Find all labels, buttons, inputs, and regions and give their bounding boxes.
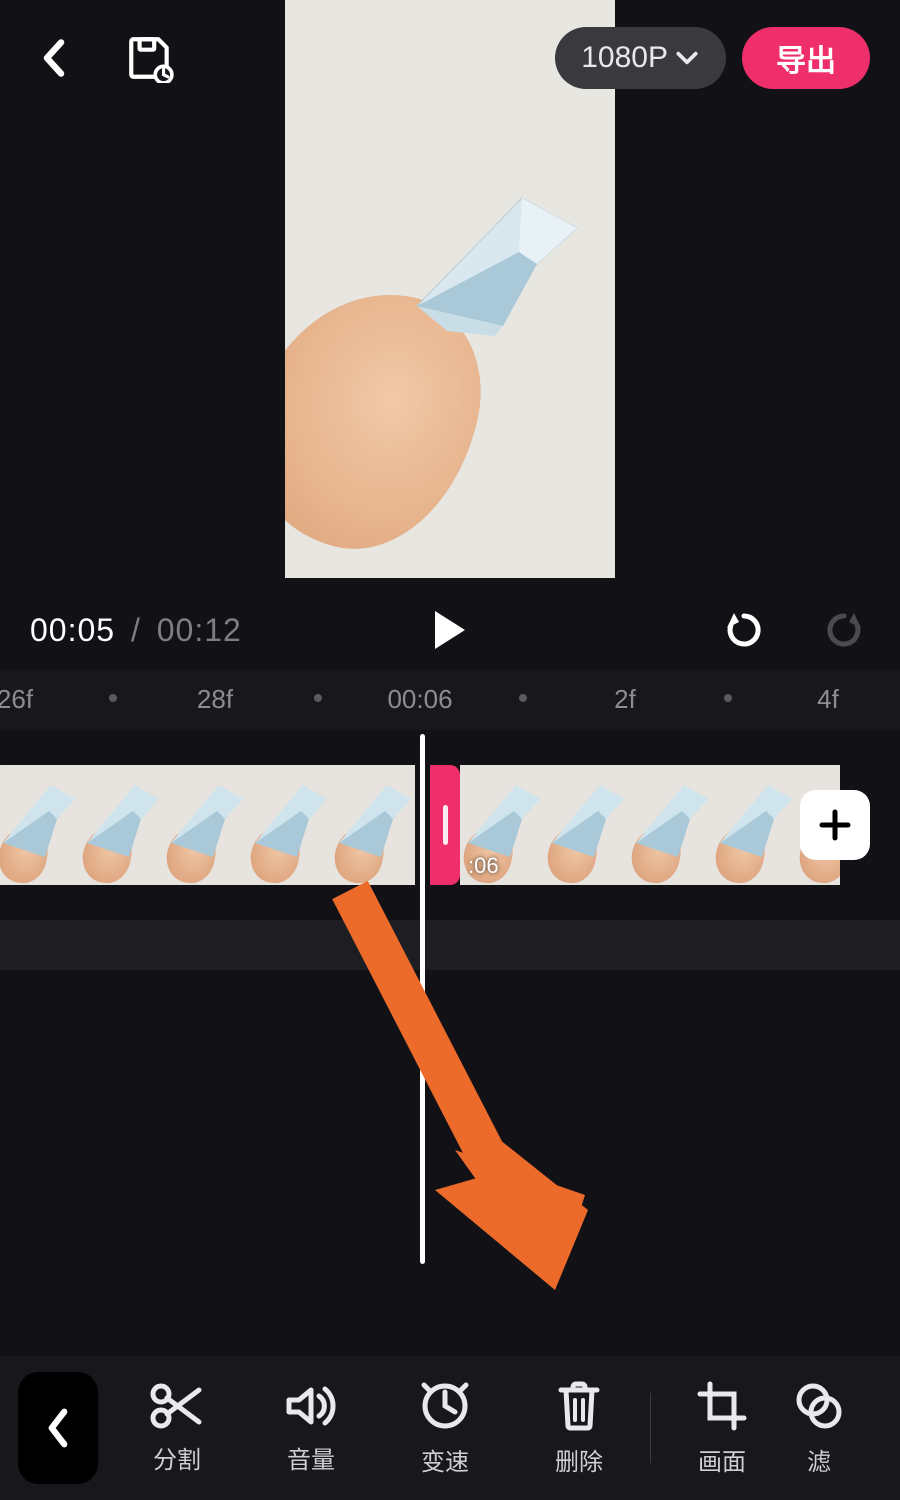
chevron-down-icon (674, 48, 700, 68)
filter-icon (793, 1380, 845, 1432)
tool-volume[interactable]: 音量 (244, 1356, 378, 1500)
timeline-ruler[interactable]: 26f 28f 00:06 2f 4f (0, 670, 900, 730)
tool-label: 画面 (698, 1442, 746, 1477)
ruler-tick: 28f (197, 684, 233, 715)
export-button[interactable]: 导出 (742, 27, 870, 89)
undo-icon (720, 606, 768, 654)
clip-trim-handle[interactable] (430, 765, 460, 885)
tool-label: 滤 (807, 1442, 831, 1477)
save-draft-icon (125, 33, 175, 83)
ruler-dot (724, 694, 732, 702)
back-button[interactable] (24, 28, 84, 88)
export-label: 导出 (776, 36, 836, 80)
clip-thumbnail (628, 765, 712, 885)
toolbar-divider (650, 1393, 651, 1463)
clip-thumbnail (712, 765, 796, 885)
tool-delete[interactable]: 删除 (512, 1356, 646, 1500)
clip-duration-label: :06 (468, 853, 499, 879)
trash-icon (555, 1380, 603, 1432)
play-button[interactable] (422, 602, 478, 658)
toolbar-back-button[interactable] (18, 1372, 98, 1484)
ruler-dot (519, 694, 527, 702)
tool-label: 变速 (421, 1442, 469, 1477)
timeline-clip[interactable] (0, 765, 415, 885)
chevron-left-icon (43, 1406, 73, 1450)
current-time: 00:05 (30, 612, 115, 648)
speed-icon (419, 1380, 471, 1432)
redo-icon (820, 606, 868, 654)
ruler-dot (314, 694, 322, 702)
playhead[interactable] (420, 734, 425, 1264)
total-time: 00:12 (157, 612, 242, 648)
undo-button[interactable] (716, 602, 772, 658)
clip-thumbnail (247, 765, 331, 885)
timeline-clip[interactable]: :06 (460, 765, 840, 885)
secondary-track[interactable] (0, 920, 900, 970)
tool-canvas[interactable]: 画面 (655, 1356, 789, 1500)
time-separator: / (131, 612, 141, 648)
resolution-selector[interactable]: 1080P (555, 27, 726, 89)
ruler-dot (109, 694, 117, 702)
bottom-toolbar: 分割 音量 变速 删除 画面 (0, 1356, 900, 1500)
ruler-tick: 2f (614, 684, 636, 715)
tool-label: 音量 (287, 1440, 335, 1475)
cut-icon (149, 1382, 205, 1430)
clip-thumbnail (544, 765, 628, 885)
timeline-track[interactable]: :06 (0, 765, 900, 885)
tool-split[interactable]: 分割 (110, 1356, 244, 1500)
redo-button[interactable] (816, 602, 872, 658)
timecode: 00:05 / 00:12 (30, 612, 242, 649)
ruler-tick: 00:06 (387, 684, 452, 715)
ruler-tick: 4f (817, 684, 839, 715)
play-icon (430, 608, 470, 652)
resolution-label: 1080P (581, 41, 668, 75)
clip-thumbnail (163, 765, 247, 885)
tool-label: 删除 (555, 1442, 603, 1477)
volume-icon (283, 1382, 339, 1430)
tool-label: 分割 (153, 1440, 201, 1475)
clip-thumbnail (79, 765, 163, 885)
tool-speed[interactable]: 变速 (378, 1356, 512, 1500)
chevron-left-icon (37, 38, 71, 78)
ruler-tick: 26f (0, 684, 33, 715)
crop-icon (696, 1380, 748, 1432)
save-draft-button[interactable] (120, 28, 180, 88)
clip-thumbnail (331, 765, 415, 885)
tool-filter[interactable]: 滤 (789, 1356, 849, 1500)
preview-content-plane (407, 186, 577, 336)
add-clip-button[interactable] (800, 790, 870, 860)
clip-thumbnail (0, 765, 79, 885)
plus-icon (816, 806, 854, 844)
